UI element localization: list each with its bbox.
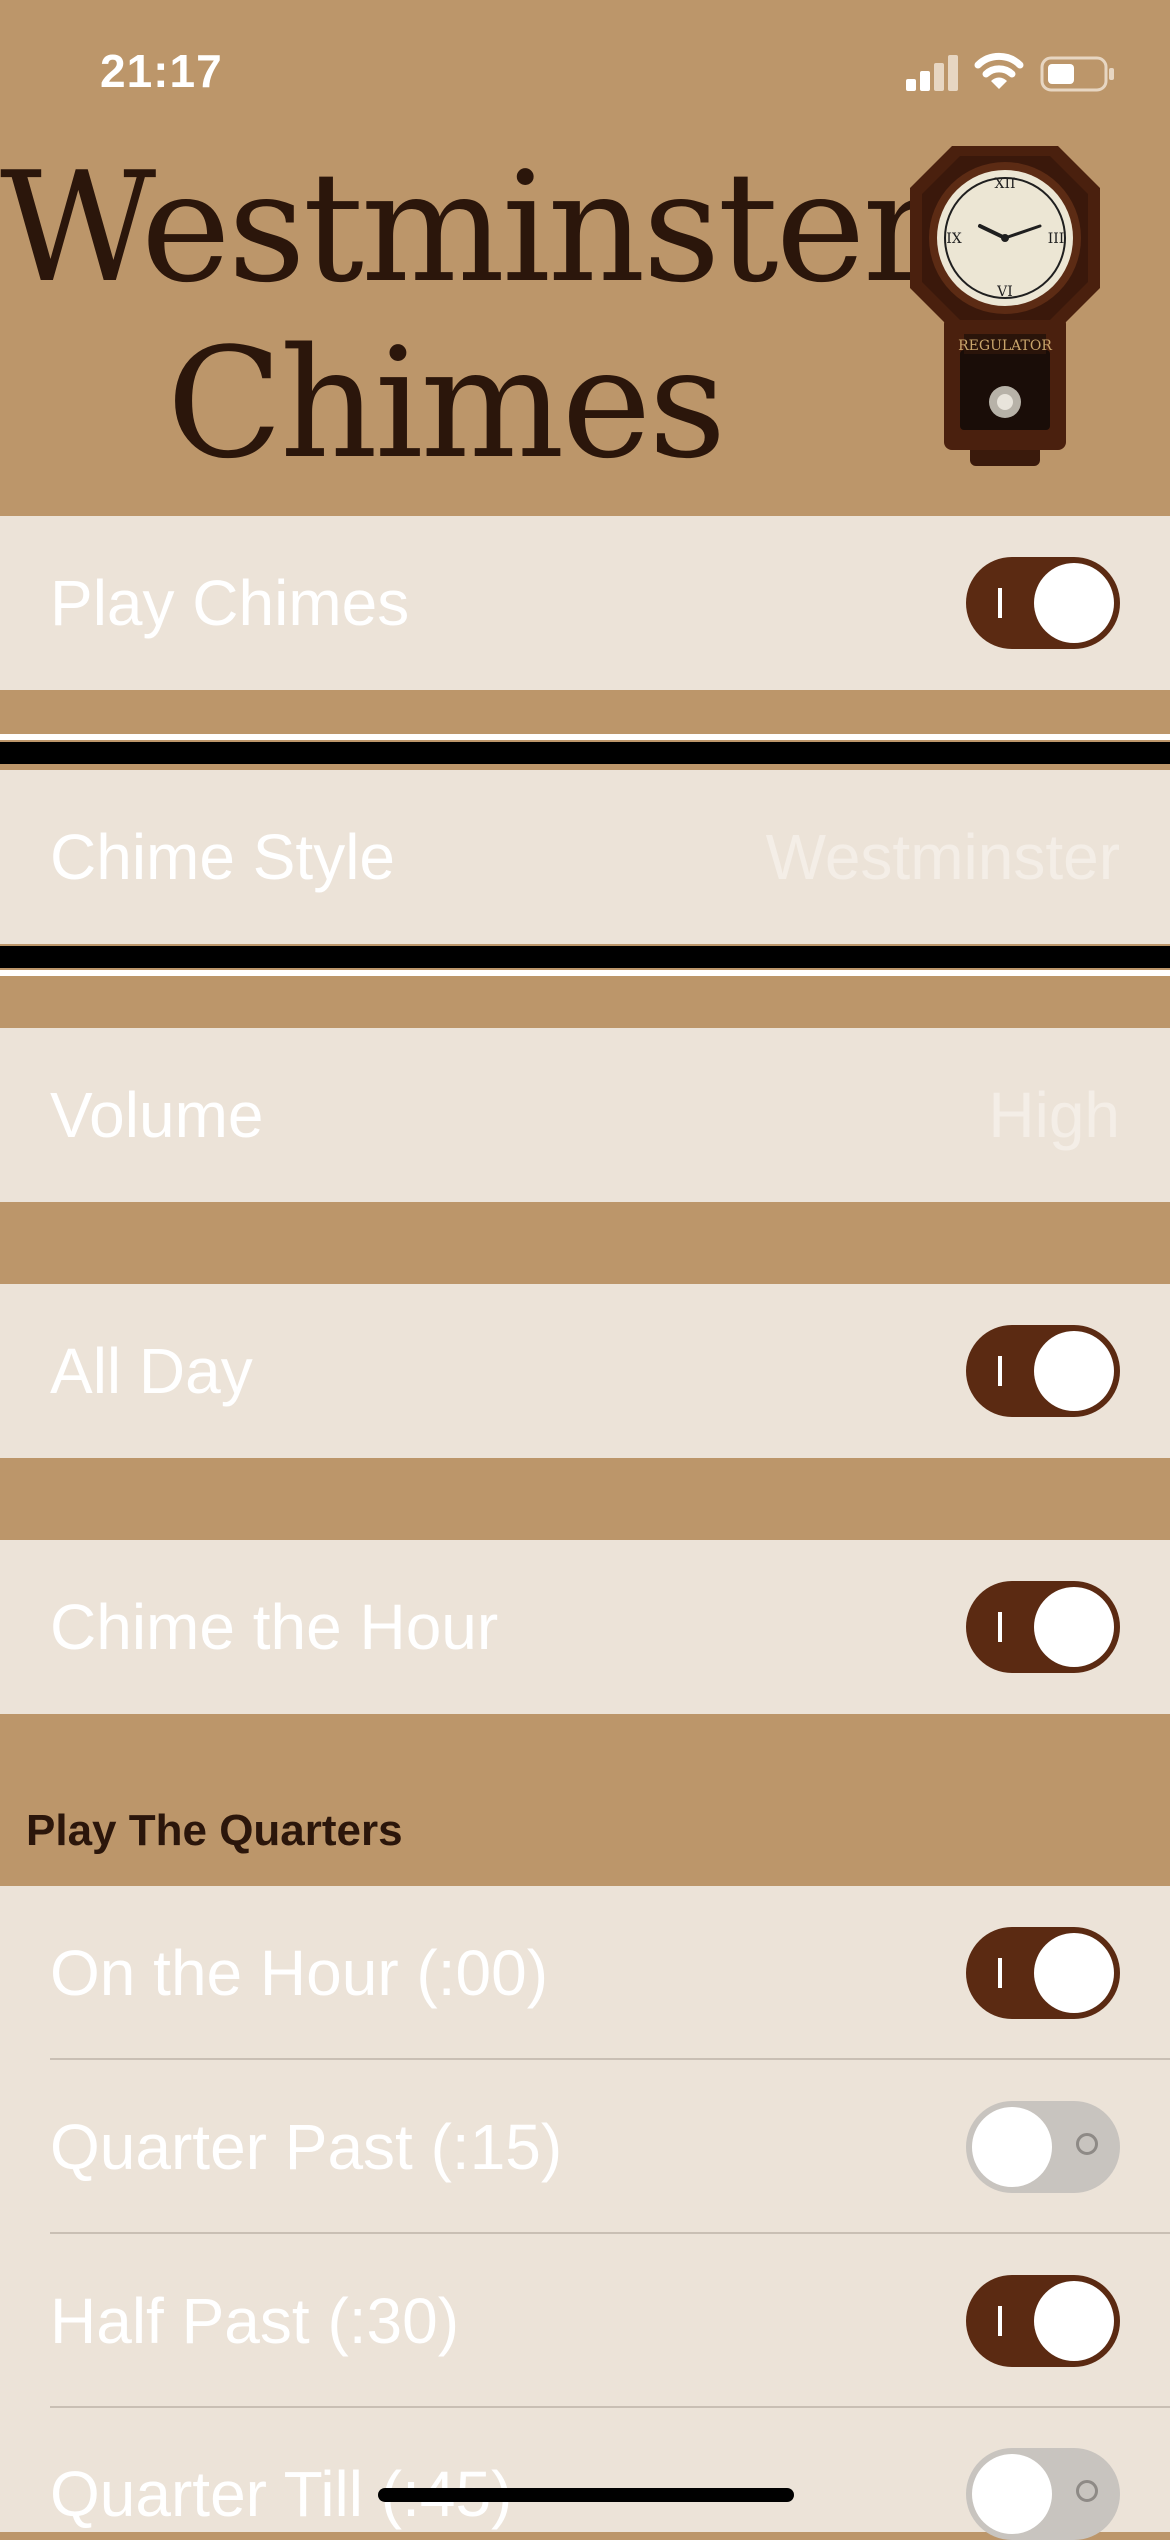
app-title-line2: Chimes [166,315,727,492]
quarter-hour-label: On the Hour (:00) [50,1937,548,2009]
play-chimes-row: Play Chimes [0,516,1170,690]
svg-text:XII: XII [994,176,1015,192]
divider-white [0,734,1170,740]
svg-text:III: III [1048,231,1065,247]
toggle-on-mark-icon [998,1612,1002,1642]
toggle-off-mark-icon [1076,2133,1098,2155]
toggle-knob [972,2107,1052,2187]
app-title-line1: Westminster [0,139,935,316]
quarter-till-row: Quarter Till (:45) [0,2408,1170,2540]
quarter-past-label: Quarter Past (:15) [50,2111,563,2183]
chime-hour-row: Chime the Hour [0,1540,1170,1714]
toggle-knob [972,2454,1052,2534]
quarter-hour-toggle[interactable] [966,1927,1120,2019]
divider-black [0,742,1170,764]
toggle-knob [1034,563,1114,643]
play-chimes-label: Play Chimes [50,567,410,639]
svg-text:VI: VI [996,284,1013,300]
quarters-section-header: Play The Quarters [26,1806,403,1855]
volume-row[interactable]: Volume High [0,1028,1170,1202]
toggle-knob [1034,1331,1114,1411]
half-past-row: Half Past (:30) [0,2234,1170,2408]
clock-icon: REGULATOR XII III VI IX [910,146,1100,466]
chime-hour-label: Chime the Hour [50,1591,499,1663]
toggle-off-mark-icon [1076,2480,1098,2502]
chime-style-label: Chime Style [50,821,395,893]
app-title: Westminster Chimes [0,139,935,492]
toggle-knob [1034,1933,1114,2013]
status-bar: 21:17 [0,0,1170,140]
toggle-on-mark-icon [998,1958,1002,1988]
divider-white [0,970,1170,976]
wifi-icon [974,52,1024,89]
volume-label: Volume [50,1079,264,1151]
all-day-label: All Day [50,1335,253,1407]
quarter-till-toggle[interactable] [966,2448,1120,2540]
play-chimes-toggle[interactable] [966,557,1120,649]
svg-text:IX: IX [946,231,962,247]
svg-text:REGULATOR: REGULATOR [958,338,1052,354]
volume-value: High [988,1079,1120,1151]
cellular-signal-icon [906,55,958,91]
chime-style-value: Westminster [765,821,1120,893]
half-past-toggle[interactable] [966,2275,1120,2367]
toggle-knob [1034,1587,1114,1667]
toggle-knob [1034,2281,1114,2361]
chime-hour-toggle[interactable] [966,1581,1120,1673]
all-day-toggle[interactable] [966,1325,1120,1417]
all-day-row: All Day [0,1284,1170,1458]
quarter-past-row: Quarter Past (:15) [0,2060,1170,2234]
quarter-past-toggle[interactable] [966,2101,1120,2193]
divider-black [0,946,1170,968]
home-indicator[interactable] [378,2488,794,2502]
quarter-hour-row: On the Hour (:00) [0,1886,1170,2060]
half-past-label: Half Past (:30) [50,2285,460,2357]
battery-icon [1040,56,1114,92]
toggle-on-mark-icon [998,1356,1002,1386]
toggle-on-mark-icon [998,2306,1002,2336]
status-time: 21:17 [100,45,223,97]
toggle-on-mark-icon [998,588,1002,618]
chime-style-row[interactable]: Chime Style Westminster [0,770,1170,944]
